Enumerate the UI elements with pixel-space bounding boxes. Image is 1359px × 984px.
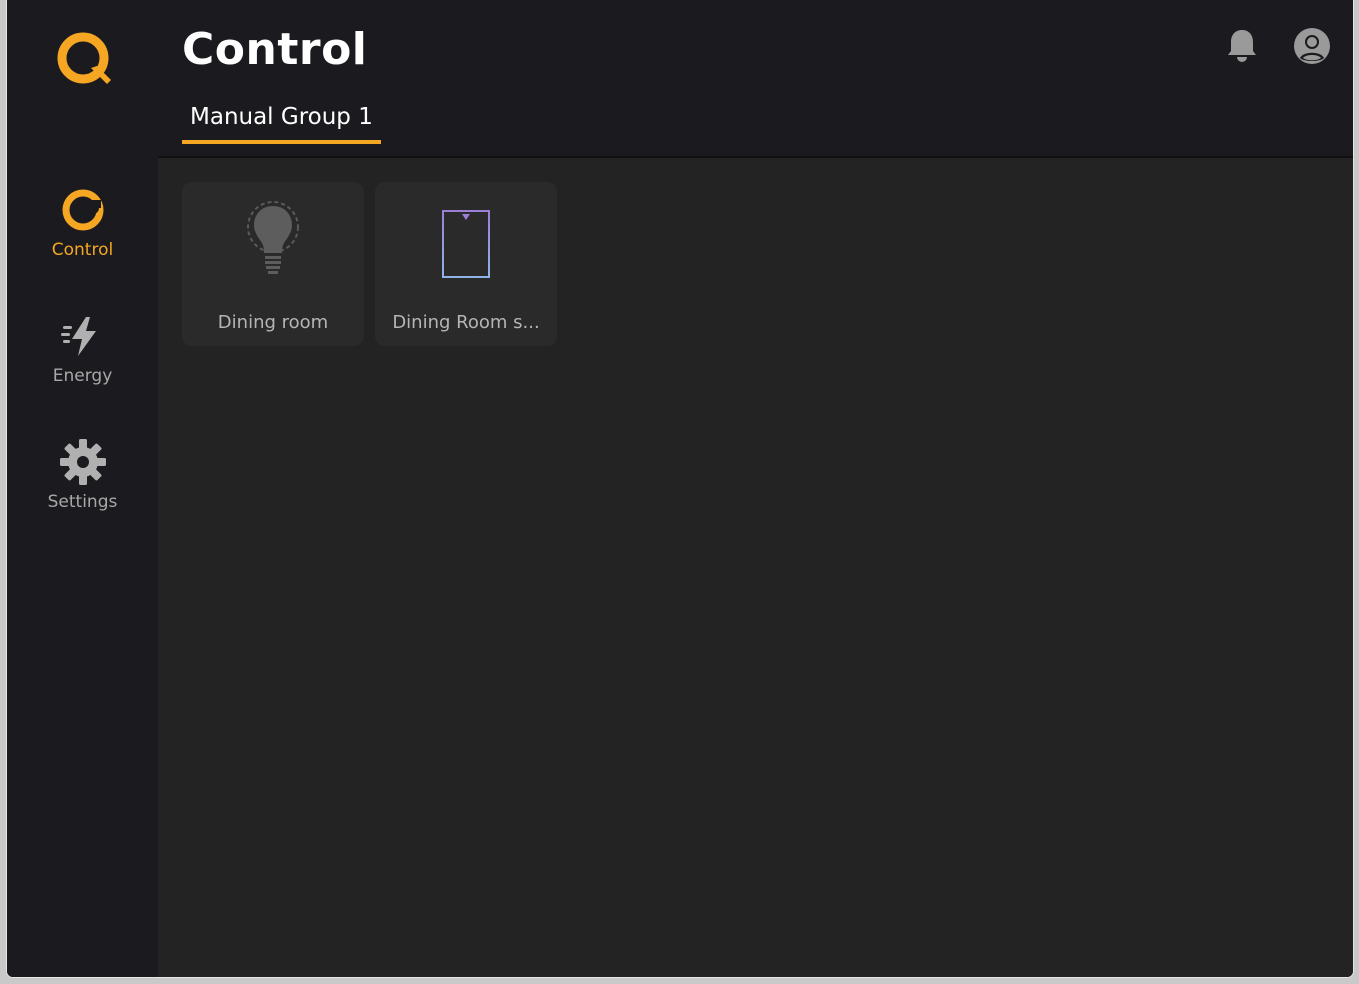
gear-icon bbox=[59, 438, 107, 486]
sidebar-item-settings[interactable]: Settings bbox=[7, 438, 158, 512]
app-window: Control Energy Settings Control Manual G… bbox=[7, 0, 1353, 977]
page-title: Control bbox=[182, 24, 368, 75]
device-card-label: Dining Room s... bbox=[392, 312, 540, 333]
device-card-dining-room-shade[interactable]: Dining Room s... bbox=[375, 182, 557, 346]
bell-icon[interactable] bbox=[1222, 26, 1262, 66]
device-grid: Dining room Dining Room s... bbox=[158, 158, 1353, 977]
sidebar-item-label: Control bbox=[51, 240, 114, 260]
lightbulb-icon bbox=[237, 200, 309, 280]
shade-icon bbox=[430, 200, 502, 280]
tab-manual-group-1[interactable]: Manual Group 1 bbox=[182, 104, 381, 144]
sidebar-item-control[interactable]: Control bbox=[7, 186, 158, 260]
q-logo-icon[interactable] bbox=[55, 30, 115, 90]
user-avatar-icon[interactable] bbox=[1292, 26, 1332, 66]
header: Control Manual Group 1 bbox=[158, 0, 1353, 158]
sidebar-item-label: Energy bbox=[52, 366, 113, 386]
control-icon bbox=[59, 186, 107, 234]
energy-bolt-icon bbox=[59, 312, 107, 360]
sidebar-item-energy[interactable]: Energy bbox=[7, 312, 158, 386]
device-card-dining-room[interactable]: Dining room bbox=[182, 182, 364, 346]
sidebar: Control Energy Settings bbox=[7, 0, 158, 977]
sidebar-item-label: Settings bbox=[47, 492, 118, 512]
device-card-label: Dining room bbox=[217, 312, 329, 333]
